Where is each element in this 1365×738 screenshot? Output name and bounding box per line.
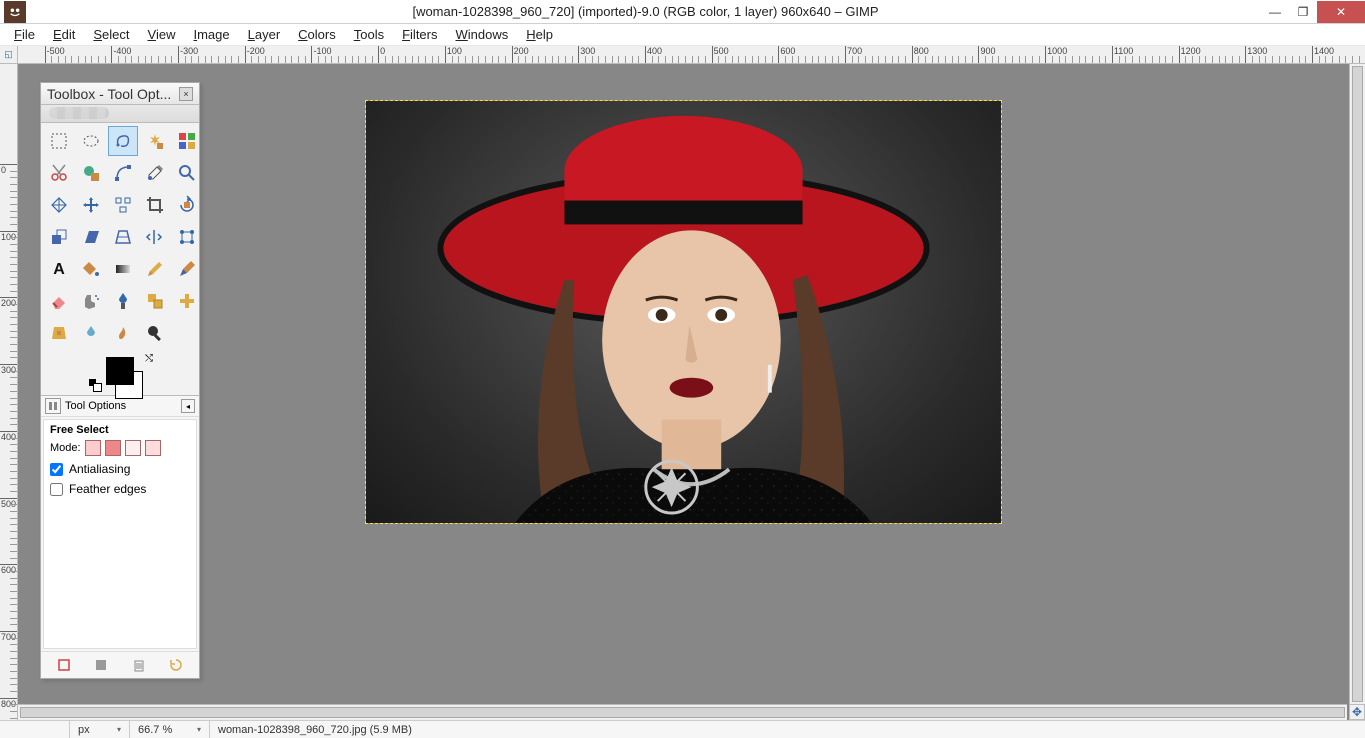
status-filename: woman-1028398_960_720.jpg (5.9 MB) <box>210 721 1365 738</box>
app-icon <box>4 1 26 23</box>
restore-preset-icon[interactable] <box>92 656 110 674</box>
menu-help[interactable]: Help <box>518 25 561 44</box>
tool-scissors[interactable] <box>44 158 74 188</box>
menu-edit[interactable]: Edit <box>45 25 83 44</box>
tool-bucket-fill[interactable] <box>76 254 106 284</box>
tool-blend[interactable] <box>108 254 138 284</box>
svg-text:A: A <box>53 261 65 278</box>
tool-options-panel: Tool Options ◂ Free Select Mode: Antiali… <box>41 395 199 678</box>
tool-perspective-clone[interactable] <box>44 318 74 348</box>
tool-blur[interactable] <box>76 318 106 348</box>
tool-pencil[interactable] <box>140 254 170 284</box>
save-preset-icon[interactable] <box>55 656 73 674</box>
menubar: FileEditSelectViewImageLayerColorsToolsF… <box>0 24 1365 46</box>
menu-filters[interactable]: Filters <box>394 25 445 44</box>
antialiasing-checkbox[interactable] <box>50 463 63 476</box>
tool-options-menu-icon[interactable]: ◂ <box>181 399 195 413</box>
menu-view[interactable]: View <box>140 25 184 44</box>
menu-file[interactable]: File <box>6 25 43 44</box>
menu-image[interactable]: Image <box>185 25 237 44</box>
swap-colors-icon[interactable]: ⤭ <box>145 353 153 364</box>
scrollbar-vertical[interactable] <box>1349 64 1365 704</box>
ruler-horizontal[interactable]: -500-400-300-200-10001002003004005006007… <box>18 46 1365 64</box>
tool-cage[interactable] <box>172 222 202 252</box>
tool-free-select[interactable] <box>108 126 138 156</box>
tool-measure[interactable] <box>44 190 74 220</box>
menu-windows[interactable]: Windows <box>448 25 517 44</box>
canvas-image[interactable] <box>365 100 1002 524</box>
statusbar: px▾ 66.7 %▾ woman-1028398_960_720.jpg (5… <box>0 720 1365 738</box>
ruler-origin[interactable]: ◱ <box>0 46 18 64</box>
mode-add[interactable] <box>105 440 121 456</box>
menu-tools[interactable]: Tools <box>346 25 392 44</box>
tool-color-picker[interactable] <box>140 158 170 188</box>
pointer-coords <box>0 721 70 738</box>
tool-clone[interactable] <box>140 286 170 316</box>
tool-align[interactable] <box>108 190 138 220</box>
close-button[interactable]: ✕ <box>1317 1 1365 23</box>
tool-dodge[interactable] <box>140 318 170 348</box>
antialiasing-label: Antialiasing <box>69 462 130 476</box>
navigation-control[interactable]: ✥ <box>1349 704 1365 720</box>
tool-crop[interactable] <box>140 190 170 220</box>
fg-color[interactable] <box>106 357 134 385</box>
antialiasing-option[interactable]: Antialiasing <box>50 462 190 476</box>
color-swatch[interactable]: ⤭ <box>41 351 199 395</box>
tool-smudge[interactable] <box>108 318 138 348</box>
tool-airbrush[interactable] <box>76 286 106 316</box>
menu-layer[interactable]: Layer <box>240 25 289 44</box>
default-colors-icon[interactable] <box>89 379 99 389</box>
tool-ellipse-select[interactable] <box>76 126 106 156</box>
tool-grid: A <box>41 123 199 351</box>
feather-option[interactable]: Feather edges <box>50 482 190 496</box>
tool-paintbrush[interactable] <box>172 254 202 284</box>
tool-zoom[interactable] <box>172 158 202 188</box>
mode-intersect[interactable] <box>145 440 161 456</box>
tool-foreground-select[interactable] <box>76 158 106 188</box>
tool-shear[interactable] <box>76 222 106 252</box>
tool-flip[interactable] <box>140 222 170 252</box>
tool-options-toolname: Free Select <box>50 424 190 436</box>
feather-label: Feather edges <box>69 482 146 496</box>
tool-scale[interactable] <box>44 222 74 252</box>
canvas-area[interactable]: ✥ <box>18 64 1365 720</box>
titlebar: [woman-1028398_960_720] (imported)-9.0 (… <box>0 0 1365 24</box>
tool-ink[interactable] <box>108 286 138 316</box>
tool-fuzzy-select[interactable] <box>140 126 170 156</box>
window-title: [woman-1028398_960_720] (imported)-9.0 (… <box>30 4 1261 19</box>
tool-perspective[interactable] <box>108 222 138 252</box>
maximize-button[interactable]: ❐ <box>1289 1 1317 23</box>
tool-options-label: Tool Options <box>65 400 181 412</box>
toolbox-panel: Toolbox - Tool Opt... × A ⤭ Tool Options… <box>40 82 200 679</box>
unit-selector[interactable]: px▾ <box>70 721 130 738</box>
mode-subtract[interactable] <box>125 440 141 456</box>
tool-eraser[interactable] <box>44 286 74 316</box>
mode-label: Mode: <box>50 442 81 454</box>
tool-paths[interactable] <box>108 158 138 188</box>
mode-row: Mode: <box>50 440 190 456</box>
delete-preset-icon[interactable] <box>130 656 148 674</box>
tool-text[interactable]: A <box>44 254 74 284</box>
toolbox-close-icon[interactable]: × <box>179 87 193 101</box>
tool-move[interactable] <box>76 190 106 220</box>
menu-select[interactable]: Select <box>85 25 137 44</box>
tool-rect-select[interactable] <box>44 126 74 156</box>
tool-by-color-select[interactable] <box>172 126 202 156</box>
feather-checkbox[interactable] <box>50 483 63 496</box>
tool-options-icon <box>45 398 61 414</box>
minimize-button[interactable]: — <box>1261 1 1289 23</box>
zoom-selector[interactable]: 66.7 %▾ <box>130 721 210 738</box>
tool-options-footer <box>41 651 199 678</box>
ruler-vertical[interactable]: 0100200300400500600700800900 <box>0 64 18 720</box>
reset-preset-icon[interactable] <box>167 656 185 674</box>
scrollbar-horizontal[interactable] <box>18 704 1347 720</box>
toolbox-titlebar[interactable]: Toolbox - Tool Opt... × <box>41 83 199 105</box>
toolbox-header <box>41 105 199 123</box>
toolbox-title-label: Toolbox - Tool Opt... <box>47 86 179 102</box>
tool-rotate[interactable] <box>172 190 202 220</box>
mode-replace[interactable] <box>85 440 101 456</box>
tool-heal[interactable] <box>172 286 202 316</box>
menu-colors[interactable]: Colors <box>290 25 344 44</box>
